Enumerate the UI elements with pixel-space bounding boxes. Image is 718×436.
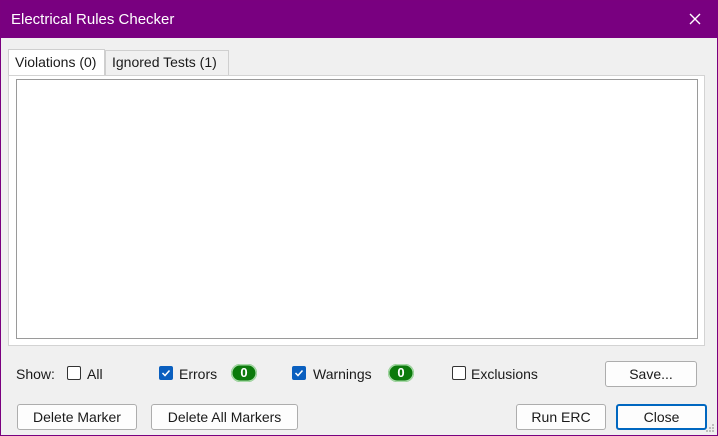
tab-violations[interactable]: Violations (0) bbox=[8, 49, 105, 76]
exclusions-checkbox[interactable] bbox=[452, 366, 466, 380]
title-bar: Electrical Rules Checker bbox=[1, 1, 717, 38]
save-button[interactable]: Save... bbox=[605, 361, 697, 387]
erc-dialog: Electrical Rules Checker Violations (0) … bbox=[0, 0, 718, 436]
violations-panel bbox=[8, 75, 705, 346]
warnings-checkbox[interactable] bbox=[292, 366, 306, 380]
resize-grip-icon[interactable] bbox=[705, 423, 715, 433]
all-checkbox[interactable] bbox=[67, 366, 81, 380]
warnings-count-badge: 0 bbox=[388, 364, 414, 382]
exclusions-label: Exclusions bbox=[471, 366, 538, 382]
close-button[interactable]: Close bbox=[616, 404, 707, 430]
errors-checkbox[interactable] bbox=[159, 366, 173, 380]
warnings-label: Warnings bbox=[313, 366, 372, 382]
errors-count-badge: 0 bbox=[231, 364, 257, 382]
tab-ignored-tests[interactable]: Ignored Tests (1) bbox=[105, 50, 229, 75]
delete-marker-button[interactable]: Delete Marker bbox=[17, 404, 137, 430]
violations-list[interactable] bbox=[16, 79, 698, 339]
close-window-button[interactable] bbox=[681, 5, 709, 33]
checkmark-icon bbox=[161, 369, 171, 377]
close-icon bbox=[689, 13, 701, 25]
delete-all-markers-button[interactable]: Delete All Markers bbox=[151, 404, 298, 430]
all-label: All bbox=[87, 366, 103, 382]
checkmark-icon bbox=[294, 369, 304, 377]
errors-label: Errors bbox=[179, 366, 218, 382]
show-label: Show: bbox=[16, 366, 55, 382]
window-title: Electrical Rules Checker bbox=[11, 11, 175, 28]
run-erc-button[interactable]: Run ERC bbox=[516, 404, 606, 430]
